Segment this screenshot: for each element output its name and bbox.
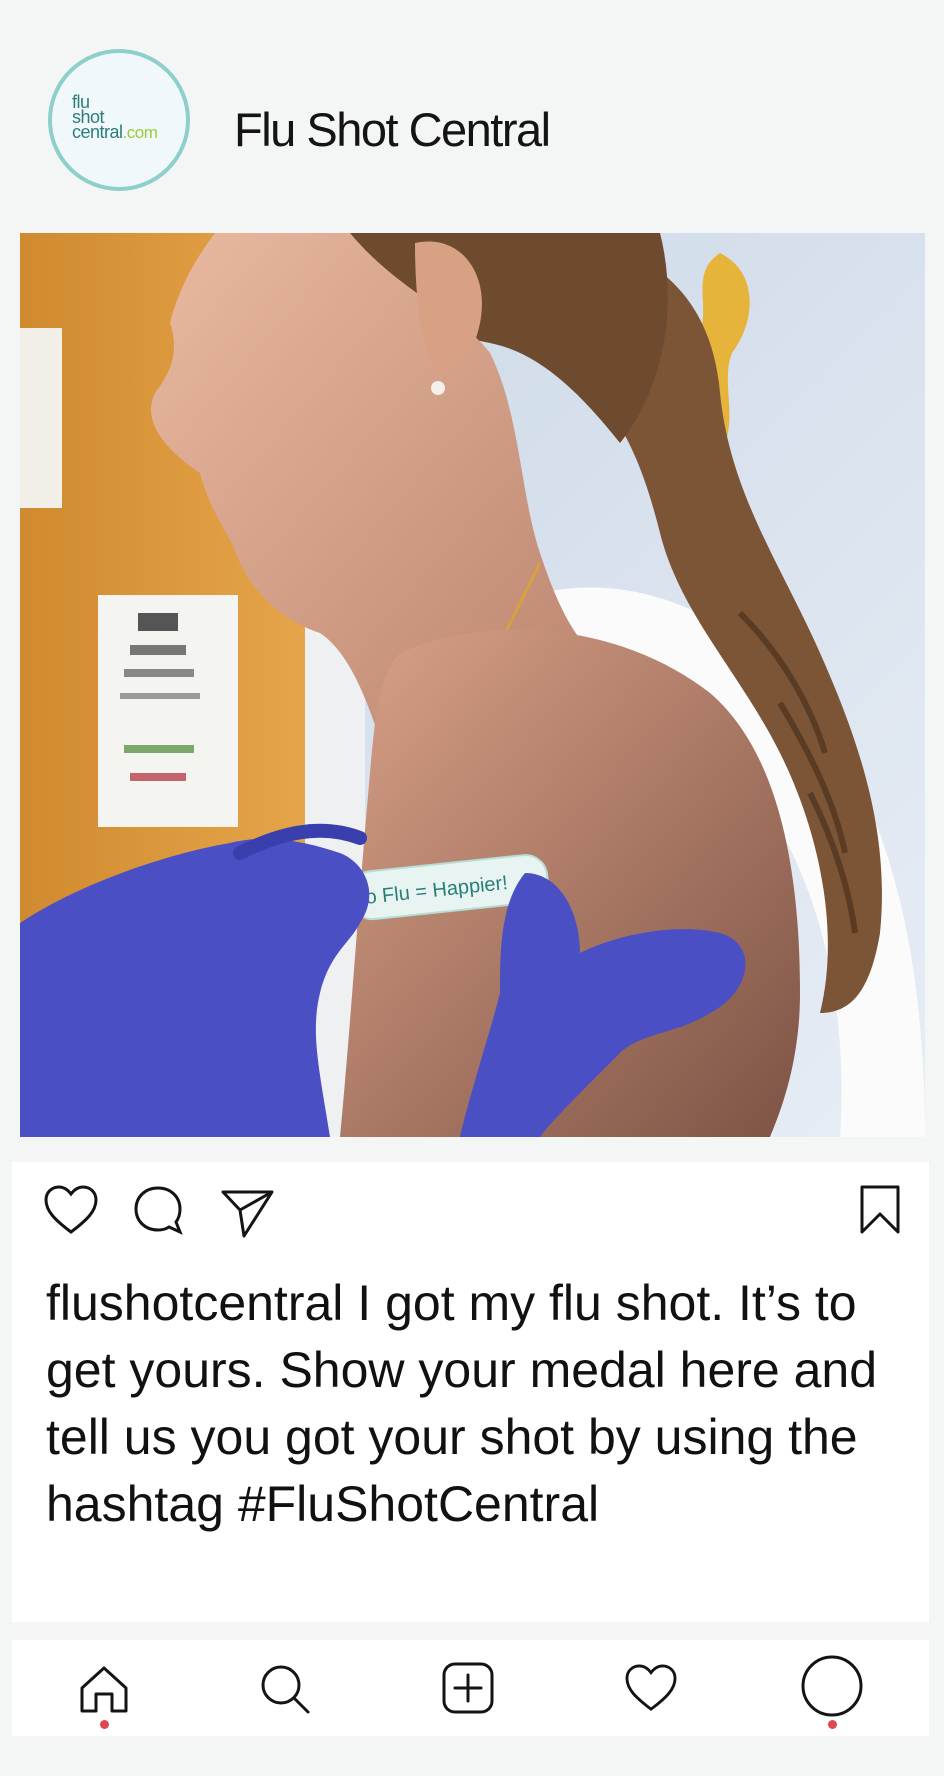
send-icon[interactable] — [220, 1186, 276, 1238]
post-caption: flushotcentral I got my flu shot. It’s t… — [46, 1270, 916, 1538]
comment-icon[interactable] — [131, 1184, 185, 1238]
home-icon[interactable] — [78, 1664, 130, 1714]
post-header: flu shot central.com Flu Shot Central — [0, 0, 944, 232]
bookmark-icon[interactable] — [858, 1184, 902, 1236]
add-icon[interactable] — [441, 1661, 495, 1715]
avatar[interactable]: flu shot central.com — [48, 49, 190, 191]
profile-icon[interactable] — [800, 1654, 864, 1718]
search-icon[interactable] — [259, 1663, 311, 1715]
activity-icon[interactable] — [624, 1663, 678, 1713]
heart-icon[interactable] — [43, 1184, 99, 1236]
account-name[interactable]: Flu Shot Central — [234, 102, 551, 157]
avatar-logo: flu shot central.com — [72, 92, 158, 142]
caption-username[interactable]: flushotcentral — [46, 1275, 343, 1331]
post-photo[interactable]: o Flu = Happier! — [20, 233, 925, 1137]
photo-illustration: o Flu = Happier! — [20, 233, 925, 1137]
profile-notification-dot — [828, 1720, 837, 1729]
home-notification-dot — [100, 1720, 109, 1729]
